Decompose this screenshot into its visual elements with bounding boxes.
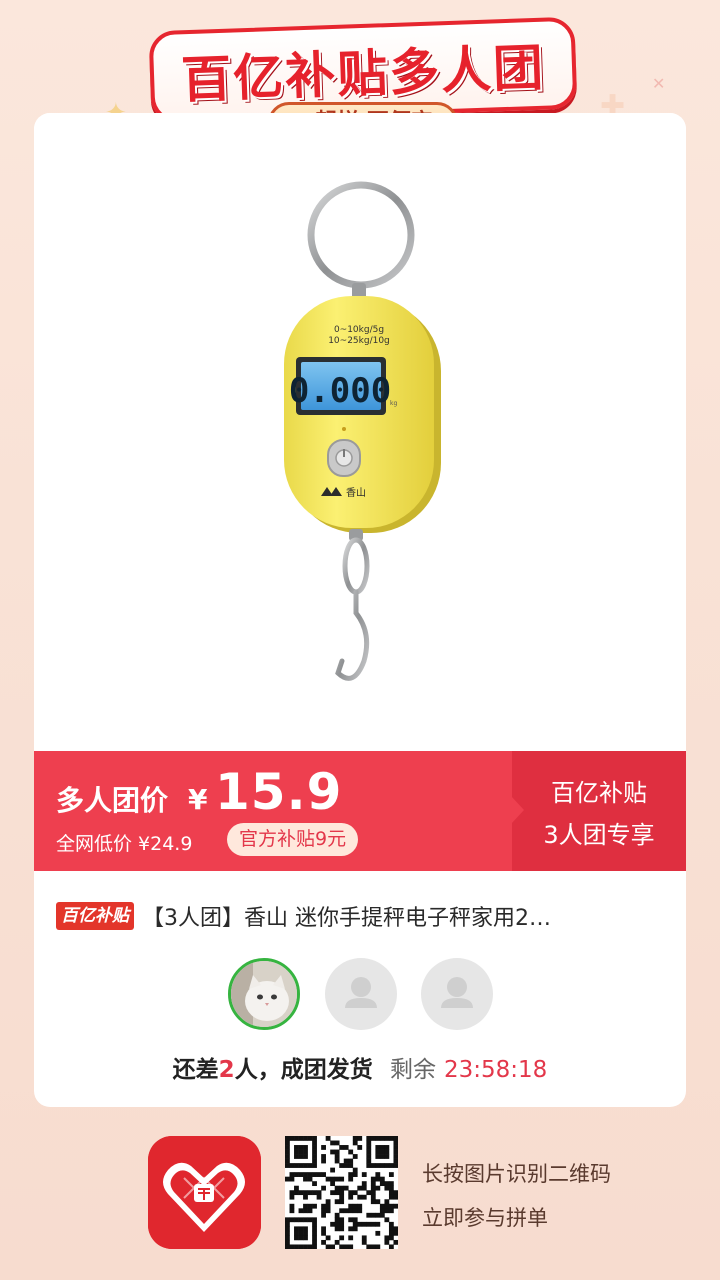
group-status: 还差2人，成团发货 剩余 23:58:18 — [34, 1050, 686, 1084]
empty-avatar-slot — [421, 958, 493, 1030]
member-avatar — [228, 958, 300, 1030]
hanging-scale-illustration: 0~10kg/5g 10~25kg/10g 0.000 kg 香山 — [284, 181, 441, 681]
footer-instruction-1: 长按图片识别二维码 — [422, 1162, 611, 1186]
brand-text: 香山 — [346, 487, 366, 499]
user-placeholder-icon — [441, 977, 473, 1008]
promo-line-2: 3人团专享 — [543, 821, 655, 849]
footer-instruction-2: 立即参与拼单 — [422, 1206, 548, 1230]
net-low-price: 全网低价 ¥24.9 — [56, 833, 193, 855]
subsidy-promo-box: 百亿补贴 3人团专享 — [511, 751, 686, 871]
qr-code[interactable] — [285, 1136, 399, 1250]
user-placeholder-icon — [345, 977, 377, 1008]
banner-title: 百亿补贴多人团 — [180, 38, 547, 110]
sparkle-icon: ✕ — [652, 74, 666, 93]
lcd-unit: kg — [390, 400, 397, 407]
missing-count: 2 — [218, 1057, 235, 1083]
empty-avatar-slot — [325, 958, 397, 1030]
group-price-label: 多人团价 — [56, 784, 169, 817]
remaining-label: 剩余 — [390, 1057, 436, 1083]
price-bar[interactable]: 多人团价 ¥ 15.9 全网低价 ¥24.9 官方补贴9元 百亿补贴 3人团专享 — [34, 751, 686, 871]
currency-symbol: ¥ — [188, 783, 208, 816]
status-prefix: 还差 — [172, 1057, 219, 1083]
countdown-timer: 23:58:18 — [444, 1057, 548, 1083]
price-section: 多人团价 ¥ 15.9 全网低价 ¥24.9 官方补贴9元 — [34, 751, 512, 871]
subsidy-badge: 百亿补贴 — [56, 902, 134, 930]
status-suffix: 人，成团发货 — [234, 1057, 373, 1083]
key-ring — [307, 181, 415, 289]
range-line-2: 10~25kg/10g — [328, 336, 390, 346]
product-title: 【3人团】香山 迷你手提秤电子秤家用2… — [142, 906, 551, 931]
product-image[interactable]: 0~10kg/5g 10~25kg/10g 0.000 kg 香山 — [34, 113, 686, 751]
product-title-row[interactable]: 百亿补贴 【3人团】香山 迷你手提秤电子秤家用2… — [56, 899, 666, 933]
pinduoduo-app-icon — [148, 1136, 261, 1249]
hook — [335, 589, 370, 681]
cat-avatar-icon — [231, 961, 297, 1027]
chain-link — [342, 537, 370, 595]
range-line-1: 0~10kg/5g — [334, 325, 384, 335]
group-buy-card[interactable]: 0~10kg/5g 10~25kg/10g 0.000 kg 香山 多人团价 ¥… — [34, 113, 686, 1107]
qr-code-icon — [285, 1136, 399, 1250]
subsidy-tag: 官方补贴9元 — [227, 823, 359, 856]
lcd-reading: 0.000 — [289, 371, 391, 411]
promo-line-1: 百亿补贴 — [551, 779, 647, 807]
group-price-value: 15.9 — [215, 763, 343, 821]
